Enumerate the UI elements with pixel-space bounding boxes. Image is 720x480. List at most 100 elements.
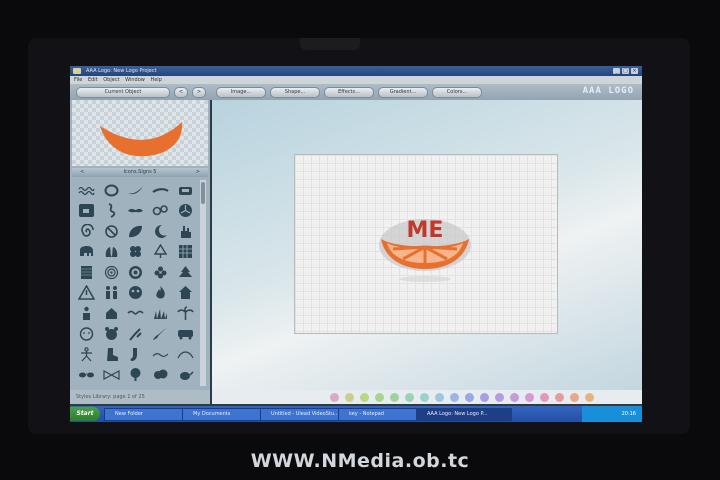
close-button[interactable]: ×	[631, 68, 638, 74]
color-swatch-bar	[212, 390, 642, 404]
palm-tree-icon[interactable]	[177, 306, 194, 321]
task-notepad[interactable]: key - Notepad	[338, 408, 424, 421]
boot-icon[interactable]	[103, 347, 120, 362]
swoosh-icon[interactable]	[127, 183, 144, 198]
system-tray: 20:16	[582, 406, 642, 422]
concentric-circles-icon[interactable]	[103, 265, 120, 280]
task-my-documents[interactable]: My Documents	[182, 408, 268, 421]
colors-button[interactable]: Colors...	[432, 87, 482, 98]
mustache-icon[interactable]	[127, 203, 144, 218]
task-ulead-videostudio[interactable]: Untitled - Ulead VideoStu...	[260, 408, 346, 421]
color-swatch-0[interactable]	[330, 393, 339, 402]
grid-pattern-icon[interactable]	[177, 244, 194, 259]
color-swatch-17[interactable]	[585, 393, 594, 402]
start-button[interactable]: Start	[70, 407, 100, 421]
brush-stroke-icon[interactable]	[152, 183, 169, 198]
texture-square-icon[interactable]	[78, 265, 95, 280]
gradient-button[interactable]: Gradient...	[378, 87, 428, 98]
task-aaa-logo[interactable]: AAA Logo: New Logo P...	[416, 408, 512, 421]
bus-icon[interactable]	[177, 326, 194, 341]
color-swatch-13[interactable]	[525, 393, 534, 402]
flame-icon[interactable]	[152, 285, 169, 300]
cloud-icon[interactable]	[152, 367, 169, 382]
menu-window[interactable]: Window	[125, 77, 145, 83]
next-object-button[interactable]: >	[192, 87, 206, 98]
library-scrollbar-thumb[interactable]	[201, 182, 205, 204]
color-swatch-9[interactable]	[465, 393, 474, 402]
color-swatch-15[interactable]	[555, 393, 564, 402]
library-scrollbar[interactable]	[200, 180, 206, 386]
color-swatch-3[interactable]	[375, 393, 384, 402]
logo-artwork[interactable]: ME	[369, 205, 481, 285]
flower-icon[interactable]	[152, 265, 169, 280]
menu-file[interactable]: File	[74, 77, 82, 83]
spiral-icon[interactable]	[78, 223, 95, 239]
paint-brush-icon[interactable]	[152, 326, 169, 341]
current-object-button[interactable]: Current Object	[76, 87, 170, 98]
effects-button[interactable]: Effects...	[324, 87, 374, 98]
menu-object[interactable]: Object	[103, 77, 119, 83]
color-swatch-10[interactable]	[480, 393, 489, 402]
screen: AAA Logo: New Logo Project _ □ × File Ed…	[70, 66, 642, 422]
color-swatch-14[interactable]	[540, 393, 549, 402]
menu-edit[interactable]: Edit	[88, 77, 98, 83]
library-prev-button[interactable]: <	[80, 168, 84, 177]
moon-icon[interactable]	[152, 224, 169, 239]
hand-pointing-icon[interactable]	[177, 224, 194, 239]
task-new-folder[interactable]: New Folder	[104, 408, 190, 421]
teapot-icon[interactable]	[177, 367, 194, 382]
color-swatch-4[interactable]	[390, 393, 399, 402]
logo-canvas[interactable]: ME	[294, 154, 558, 334]
bow-icon[interactable]	[103, 367, 120, 382]
prev-object-button[interactable]: <	[174, 87, 188, 98]
mask-icon[interactable]	[127, 285, 144, 300]
coffee-cup-icon[interactable]	[78, 203, 95, 218]
color-swatch-12[interactable]	[510, 393, 519, 402]
gears-icon[interactable]	[152, 203, 169, 218]
grass-icon[interactable]	[152, 306, 169, 321]
shape-button[interactable]: Shape...	[270, 87, 320, 98]
color-swatch-1[interactable]	[345, 393, 354, 402]
color-swatch-6[interactable]	[420, 393, 429, 402]
arc-line-icon[interactable]	[177, 347, 194, 362]
leaf-icon[interactable]	[127, 224, 144, 239]
color-swatch-11[interactable]	[495, 393, 504, 402]
tree-outline-icon[interactable]	[152, 244, 169, 259]
color-swatch-8[interactable]	[450, 393, 459, 402]
bird-icon[interactable]	[127, 306, 145, 321]
warning-sign-icon[interactable]	[77, 285, 95, 300]
border-line-icon[interactable]	[152, 347, 169, 362]
color-swatch-5[interactable]	[405, 393, 414, 402]
minimize-button[interactable]: _	[613, 68, 620, 74]
waves-icon[interactable]	[78, 183, 95, 198]
ring-icon[interactable]	[103, 183, 120, 198]
stick-figure-icon[interactable]	[78, 347, 95, 362]
menu-help[interactable]: Help	[150, 77, 161, 83]
color-swatch-16[interactable]	[570, 393, 579, 402]
pine-tree-icon[interactable]	[177, 265, 194, 280]
family-icon[interactable]	[103, 285, 120, 300]
target-icon[interactable]	[127, 265, 144, 280]
sock-icon[interactable]	[127, 347, 144, 362]
hands-icon[interactable]	[103, 244, 120, 259]
library-next-button[interactable]: >	[196, 168, 200, 177]
color-swatch-7[interactable]	[435, 393, 444, 402]
color-swatch-2[interactable]	[360, 393, 369, 402]
house-small-icon[interactable]	[103, 306, 120, 321]
sunglasses-icon[interactable]	[78, 367, 95, 382]
sprinkler-icon[interactable]	[127, 326, 144, 341]
elephant-icon[interactable]	[78, 244, 95, 259]
fan-icon[interactable]	[177, 203, 194, 218]
tree-icon[interactable]	[127, 367, 144, 382]
clover-icon[interactable]	[127, 244, 144, 259]
bear-icon[interactable]	[103, 326, 120, 341]
image-button[interactable]: Image...	[216, 87, 266, 98]
squiggle-icon[interactable]	[103, 203, 120, 219]
pig-icon[interactable]	[78, 326, 95, 341]
no-sign-icon[interactable]	[103, 224, 120, 239]
house-icon[interactable]	[177, 285, 194, 300]
person-icon[interactable]	[78, 306, 95, 321]
maximize-button[interactable]: □	[622, 68, 629, 74]
object-preview	[72, 100, 208, 166]
telephone-icon[interactable]	[177, 183, 194, 198]
